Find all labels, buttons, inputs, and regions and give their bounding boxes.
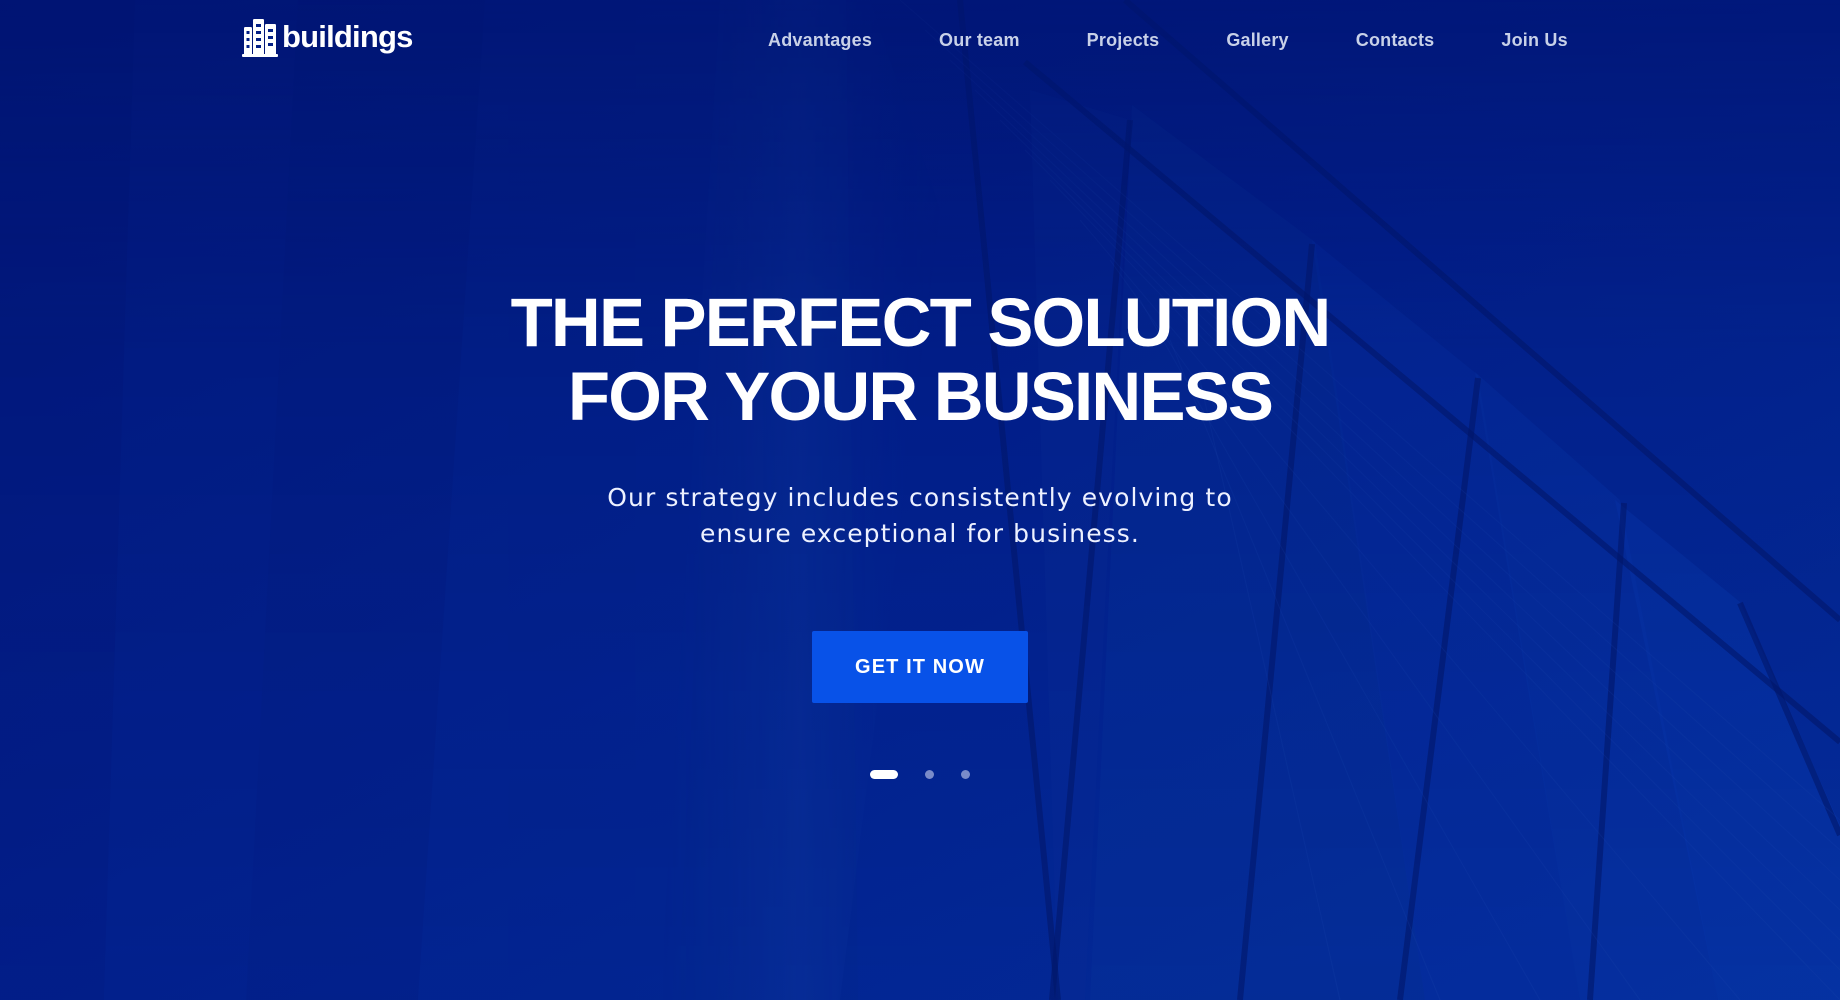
nav-link-our-team[interactable]: Our team — [939, 30, 1020, 51]
hero-slider-dots — [0, 770, 1840, 779]
nav-link-advantages[interactable]: Advantages — [768, 30, 872, 51]
nav-link-join-us[interactable]: Join Us — [1501, 30, 1567, 51]
get-it-now-button[interactable]: GET IT NOW — [812, 631, 1028, 703]
hero-content: THE PERFECT SOLUTION FOR YOUR BUSINESS O… — [0, 286, 1840, 779]
hero-title: THE PERFECT SOLUTION FOR YOUR BUSINESS — [510, 284, 1332, 435]
site-header: buildings Advantages Our team Projects G… — [0, 0, 1840, 82]
brand-logo-link[interactable]: buildings — [242, 18, 413, 58]
nav-link-contacts[interactable]: Contacts — [1356, 30, 1435, 51]
buildings-logo-icon — [242, 19, 278, 57]
slider-dot[interactable] — [925, 770, 934, 779]
nav-link-gallery[interactable]: Gallery — [1226, 30, 1288, 51]
hero-subtitle: Our strategy includes consistently evolv… — [607, 483, 1233, 548]
hero-section: buildings Advantages Our team Projects G… — [0, 0, 1840, 1000]
slider-dot-active[interactable] — [870, 770, 898, 779]
brand-name: buildings — [282, 18, 413, 54]
main-navigation: Advantages Our team Projects Gallery Con… — [768, 30, 1568, 51]
slider-dot[interactable] — [961, 770, 970, 779]
nav-link-projects[interactable]: Projects — [1087, 30, 1160, 51]
